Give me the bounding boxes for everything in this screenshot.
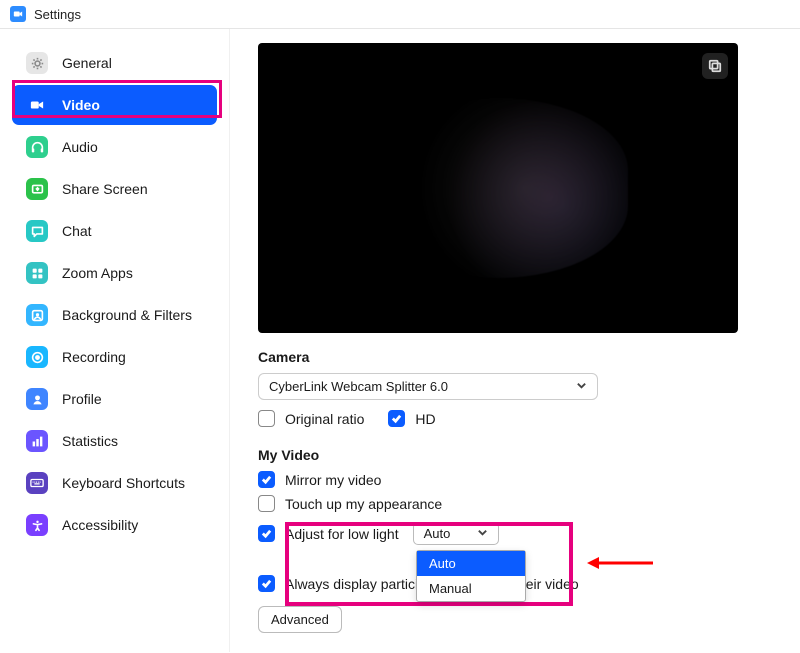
apps-icon — [26, 262, 48, 284]
hd-label: HD — [415, 411, 435, 427]
annotation-arrow — [585, 553, 655, 573]
gear-icon — [26, 52, 48, 74]
touchup-label: Touch up my appearance — [285, 496, 442, 512]
sidebar-item-audio[interactable]: Audio — [12, 127, 217, 167]
fullscreen-button[interactable] — [702, 53, 728, 79]
original-ratio-checkbox[interactable] — [258, 410, 275, 427]
low-light-mode-select[interactable]: Auto — [413, 522, 499, 545]
sidebar-item-label: Accessibility — [62, 517, 138, 533]
sidebar-item-accessibility[interactable]: Accessibility — [12, 505, 217, 545]
display-names-label-prefix: Always display partici — [285, 576, 418, 592]
sidebar-item-label: General — [62, 55, 112, 71]
chevron-down-icon — [477, 526, 488, 541]
low-light-checkbox[interactable] — [258, 525, 275, 542]
sidebar-item-label: Profile — [62, 391, 102, 407]
sidebar-item-video[interactable]: Video — [12, 85, 217, 125]
sidebar-item-label: Video — [62, 97, 100, 113]
statistics-icon — [26, 430, 48, 452]
mirror-video-checkbox[interactable] — [258, 471, 275, 488]
settings-sidebar: General Video Audio Share Screen Chat Zoom Ap… — [0, 29, 230, 652]
low-light-option-manual[interactable]: Manual — [417, 576, 525, 601]
sidebar-item-label: Statistics — [62, 433, 118, 449]
accessibility-icon — [26, 514, 48, 536]
share-screen-icon — [26, 178, 48, 200]
window-title: Settings — [34, 7, 81, 22]
sidebar-item-label: Chat — [62, 223, 92, 239]
sidebar-item-chat[interactable]: Chat — [12, 211, 217, 251]
sidebar-item-background-filters[interactable]: Background & Filters — [12, 295, 217, 335]
chat-icon — [26, 220, 48, 242]
sidebar-item-share-screen[interactable]: Share Screen — [12, 169, 217, 209]
sidebar-item-label: Share Screen — [62, 181, 148, 197]
sidebar-item-keyboard-shortcuts[interactable]: Keyboard Shortcuts — [12, 463, 217, 503]
sidebar-item-label: Zoom Apps — [62, 265, 133, 281]
sidebar-item-statistics[interactable]: Statistics — [12, 421, 217, 461]
low-light-mode-dropdown[interactable]: Auto Manual — [416, 550, 526, 602]
advanced-button[interactable]: Advanced — [258, 606, 342, 633]
sidebar-item-label: Recording — [62, 349, 126, 365]
camera-section-label: Camera — [258, 349, 778, 365]
camera-preview — [258, 43, 738, 333]
record-icon — [26, 346, 48, 368]
my-video-section-label: My Video — [258, 447, 778, 463]
sidebar-item-profile[interactable]: Profile — [12, 379, 217, 419]
background-icon — [26, 304, 48, 326]
camera-select[interactable]: CyberLink Webcam Splitter 6.0 — [258, 373, 598, 400]
profile-icon — [26, 388, 48, 410]
low-light-label: Adjust for low light — [285, 526, 399, 542]
camera-preview-art — [368, 98, 628, 278]
keyboard-icon — [26, 472, 48, 494]
display-names-checkbox[interactable] — [258, 575, 275, 592]
sidebar-item-label: Background & Filters — [62, 307, 192, 323]
sidebar-item-label: Keyboard Shortcuts — [62, 475, 185, 491]
headphones-icon — [26, 136, 48, 158]
low-light-mode-value: Auto — [424, 526, 451, 541]
video-icon — [26, 94, 48, 116]
settings-content: Camera CyberLink Webcam Splitter 6.0 Ori… — [230, 29, 800, 652]
camera-select-value: CyberLink Webcam Splitter 6.0 — [269, 379, 448, 394]
touchup-checkbox[interactable] — [258, 495, 275, 512]
sidebar-item-zoom-apps[interactable]: Zoom Apps — [12, 253, 217, 293]
hd-checkbox[interactable] — [388, 410, 405, 427]
window-titlebar: Settings — [0, 0, 800, 29]
original-ratio-label: Original ratio — [285, 411, 364, 427]
chevron-down-icon — [576, 379, 587, 394]
sidebar-item-general[interactable]: General — [12, 43, 217, 83]
low-light-option-auto[interactable]: Auto — [417, 551, 525, 576]
mirror-video-label: Mirror my video — [285, 472, 381, 488]
sidebar-item-recording[interactable]: Recording — [12, 337, 217, 377]
zoom-app-icon — [10, 6, 26, 22]
sidebar-item-label: Audio — [62, 139, 98, 155]
